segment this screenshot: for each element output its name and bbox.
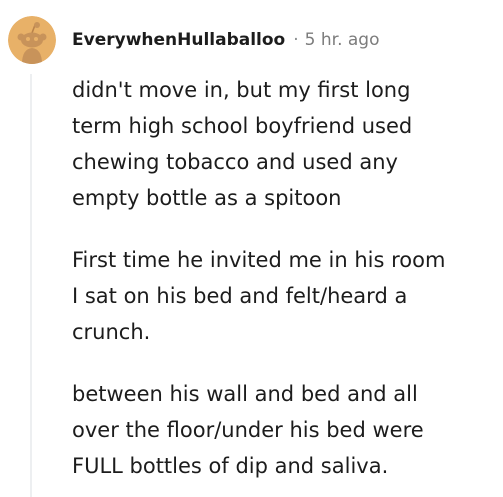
comment-header: EverywhenHullaballoo · 5 hr. ago (72, 28, 380, 52)
comment-line: FULL bottles of dip and saliva. (72, 454, 389, 478)
comment: EverywhenHullaballoo · 5 hr. ago didn't … (0, 0, 503, 497)
meta-separator: · (293, 30, 299, 50)
comment-paragraph: between his wall and bed and all over th… (72, 376, 492, 484)
comment-line: between his wall and bed and all (72, 382, 418, 406)
username[interactable]: EverywhenHullaballoo (72, 28, 285, 52)
thread-collapse-line[interactable] (30, 74, 32, 497)
timestamp[interactable]: 5 hr. ago (305, 28, 380, 52)
comment-line: crunch. (72, 320, 151, 344)
comment-paragraph: didn't move in, but my first long term h… (72, 72, 492, 216)
comment-line: First time he invited me in his room (72, 248, 446, 272)
snoo-avatar-icon (8, 16, 56, 64)
comment-line: didn't move in, but my first long (72, 78, 411, 102)
comment-line: chewing tobacco and used any (72, 150, 398, 174)
comment-paragraph: First time he invited me in his room I s… (72, 242, 492, 350)
comment-line: term high school boyfriend used (72, 114, 413, 138)
comment-body: didn't move in, but my first long term h… (72, 72, 492, 497)
user-avatar[interactable] (8, 16, 56, 64)
comment-line: over the floor/under his bed were (72, 418, 424, 442)
comment-line: I sat on his bed and felt/heard a (72, 284, 408, 308)
comment-line: empty bottle as a spitoon (72, 186, 342, 210)
